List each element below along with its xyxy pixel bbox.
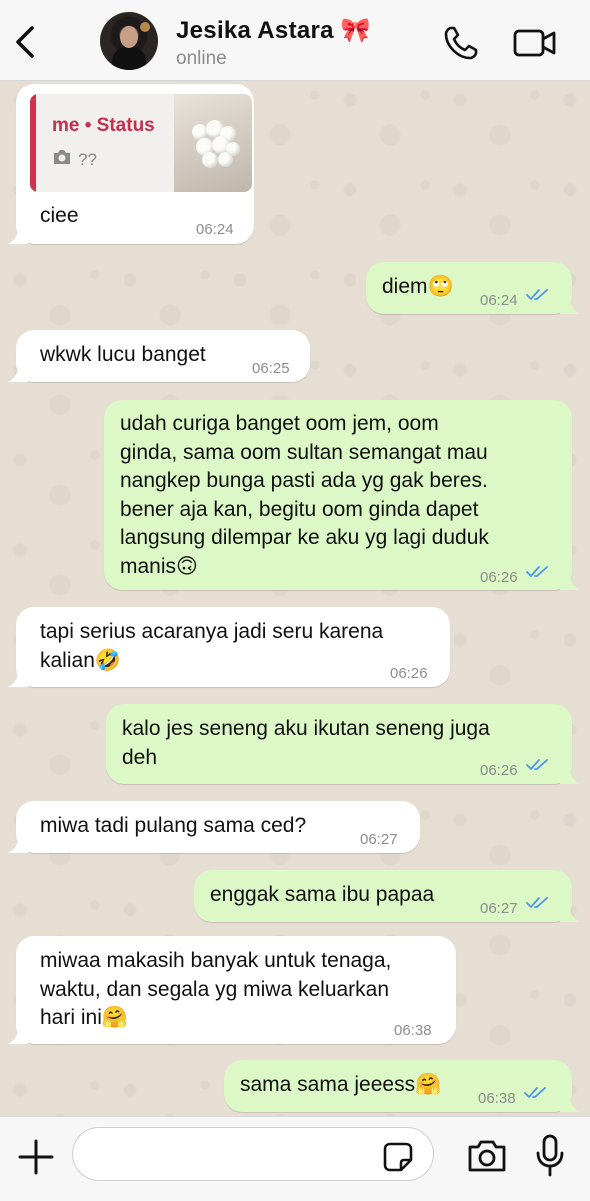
bubble-tail (8, 671, 28, 687)
bubble-tail (8, 366, 28, 382)
contact-status: online (176, 48, 227, 69)
bubble-tail (8, 228, 28, 244)
read-receipt-icon (526, 566, 548, 578)
message-bubble-outgoing[interactable]: diem🙄 06:24 (366, 262, 580, 314)
message-bubble-incoming[interactable]: wkwk lucu banget 06:25 (8, 330, 310, 382)
camera-icon (468, 1140, 506, 1172)
status-thumbnail (174, 94, 252, 192)
message-text: ciee (40, 204, 79, 227)
message-text: tapi serius acaranya jadi seru karena ka… (40, 620, 384, 672)
plus-icon (18, 1139, 54, 1175)
message-bubble-incoming[interactable]: tapi serius acaranya jadi seru karena ka… (8, 607, 450, 687)
message-text: enggak sama ibu papaa (210, 883, 435, 906)
message-text: wkwk lucu banget (40, 343, 206, 366)
message-time: 06:27 (480, 900, 518, 917)
message-text: sama sama jeeess🤗 (240, 1073, 442, 1096)
message-bubble-outgoing[interactable]: udah curiga banget oom jem, oom ginda, s… (104, 400, 580, 590)
message-text: miwa tadi pulang sama ced? (40, 814, 307, 837)
bubble-tail (560, 298, 580, 314)
bubble-tail (8, 1028, 28, 1044)
read-receipt-icon (526, 289, 548, 301)
read-receipt-icon (526, 759, 548, 771)
message-bubble-outgoing[interactable]: kalo jes seneng aku ikutan seneng juga d… (106, 704, 580, 784)
message-text: kalo jes seneng aku ikutan seneng juga d… (122, 717, 490, 769)
quote-title: me • Status (52, 115, 155, 136)
attach-button[interactable] (16, 1137, 56, 1177)
phone-icon (444, 26, 478, 60)
message-time: 06:24 (480, 292, 518, 309)
message-text: miwaa makasih banyak untuk tenaga, waktu… (40, 949, 392, 1029)
message-time: 06:25 (252, 360, 290, 377)
back-button[interactable] (10, 22, 44, 62)
message-bubble-outgoing[interactable]: sama sama jeeess🤗 06:38 (224, 1060, 580, 1112)
avatar[interactable] (100, 12, 158, 70)
bubble-tail (560, 574, 580, 590)
microphone-button[interactable] (534, 1133, 566, 1179)
video-camera-icon (513, 29, 556, 57)
quote-accent-bar (30, 94, 36, 192)
message-time: 06:38 (394, 1022, 432, 1039)
message-time: 06:26 (480, 569, 518, 586)
message-bubble-incoming[interactable]: miwaa makasih banyak untuk tenaga, waktu… (8, 936, 456, 1044)
microphone-icon (536, 1134, 564, 1177)
message-bubble-outgoing[interactable]: enggak sama ibu papaa 06:27 (194, 870, 580, 922)
sticker-button[interactable] (382, 1141, 414, 1173)
message-time: 06:27 (360, 831, 398, 848)
quote-subtitle: ?? (78, 150, 97, 169)
message-text: udah curiga banget oom jem, oom ginda, s… (120, 412, 489, 578)
message-time: 06:26 (480, 762, 518, 779)
composer-bar (0, 1116, 590, 1201)
bubble-tail (560, 1096, 580, 1112)
chevron-left-icon (16, 26, 34, 58)
camera-button[interactable] (466, 1137, 508, 1175)
bubble-tail (560, 906, 580, 922)
bubble-tail (560, 768, 580, 784)
voice-call-button[interactable] (442, 24, 480, 62)
sticker-icon (383, 1142, 413, 1172)
message-input[interactable] (72, 1127, 434, 1181)
message-bubble-incoming[interactable]: me • Status ?? ciee 06:24 (8, 84, 254, 244)
message-time: 06:26 (390, 665, 428, 682)
chat-header: Jesika Astara 🎀 online (0, 0, 590, 81)
video-call-button[interactable] (512, 26, 558, 60)
message-text: diem🙄 (382, 275, 454, 298)
contact-name[interactable]: Jesika Astara 🎀 (176, 16, 371, 45)
read-receipt-icon (524, 1087, 546, 1099)
read-receipt-icon (526, 897, 548, 909)
bubble-tail (8, 837, 28, 853)
camera-icon (54, 150, 70, 164)
message-time: 06:38 (478, 1090, 516, 1107)
quoted-status[interactable]: me • Status ?? (30, 94, 252, 192)
message-time: 06:24 (196, 221, 234, 238)
message-bubble-incoming[interactable]: miwa tadi pulang sama ced? 06:27 (8, 801, 420, 853)
